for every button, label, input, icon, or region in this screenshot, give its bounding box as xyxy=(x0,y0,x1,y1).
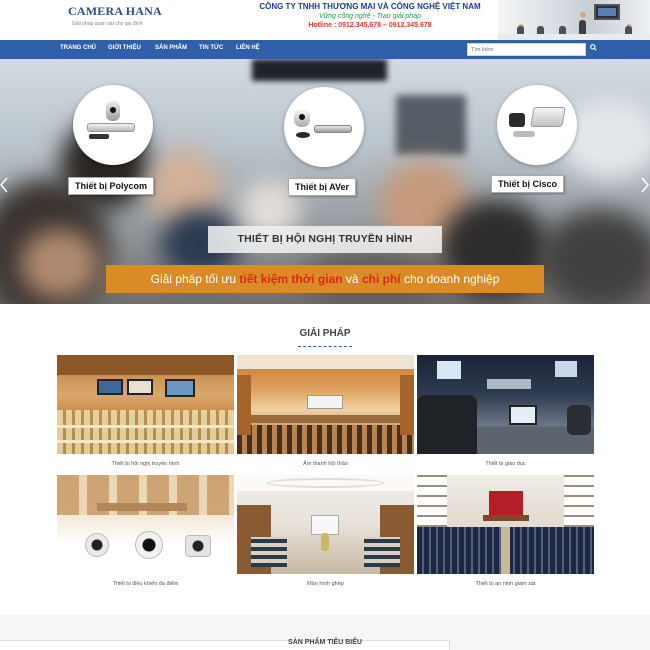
cisco-device-image[interactable] xyxy=(497,85,577,165)
solution-image-videowall[interactable] xyxy=(237,475,414,574)
device-label-aver[interactable]: Thiết bị AVer xyxy=(288,178,357,196)
solution-caption[interactable]: Thiết bị an ninh giám sát xyxy=(417,581,594,587)
solution-card[interactable]: Thiết bị giáo dục xyxy=(417,355,594,475)
hero-banner: Thiết bị Polycom Thiết bị AVer Thiết bị … xyxy=(0,59,650,304)
solution-image-education[interactable] xyxy=(417,355,594,454)
aver-device-image[interactable] xyxy=(284,87,364,167)
hero-title: THIẾT BỊ HỘI NGHỊ TRUYỀN HÌNH xyxy=(208,226,442,253)
search-input[interactable] xyxy=(467,43,586,56)
solution-image-security[interactable] xyxy=(417,475,594,574)
nav-item-contact[interactable]: LIÊN HỆ xyxy=(236,45,260,51)
solution-card[interactable]: Âm thanh hội thảo xyxy=(237,355,414,475)
header-meeting-image xyxy=(498,0,650,40)
device-label-cisco[interactable]: Thiết bị Cisco xyxy=(491,175,565,193)
chevron-left-icon[interactable] xyxy=(0,177,8,198)
company-slogan: Vững công nghệ - Trao giải pháp xyxy=(319,13,421,20)
solution-card[interactable]: Màn hình ghép xyxy=(237,475,414,595)
featured-products-title: SẢN PHẨM TIÊU BIỂU xyxy=(288,639,362,646)
solution-caption[interactable]: Âm thanh hội thảo xyxy=(237,461,414,467)
solution-caption[interactable]: Màn hình ghép xyxy=(237,581,414,587)
logo[interactable]: CAMERA HANA Giải pháp quan sát cho gia đ… xyxy=(68,4,162,27)
nav-item-products[interactable]: SẢN PHẨM xyxy=(155,45,187,51)
nav-item-news[interactable]: TIN TỨC xyxy=(199,45,223,51)
nav-item-home[interactable]: TRANG CHỦ xyxy=(60,45,96,51)
nav-item-about[interactable]: GIỚI THIỆU xyxy=(108,45,141,51)
hero-subtitle-highlight: chi phí xyxy=(361,272,401,286)
solutions-title: GIẢI PHÁP xyxy=(299,328,351,339)
brand-name[interactable]: CAMERA HANA xyxy=(68,4,162,19)
company-name: CÔNG TY TNHH THƯƠNG MẠI VÀ CÔNG NGHỆ VIỆ… xyxy=(259,2,481,11)
hero-subtitle-highlight: tiết kiệm thời gian xyxy=(239,272,343,286)
main-nav: TRANG CHỦ GIỚI THIỆU SẢN PHẨM TIN TỨC LI… xyxy=(0,40,650,59)
hero-subtitle: Giải pháp tối ưu tiết kiệm thời gian và … xyxy=(106,265,544,293)
brand-tagline: Giải pháp quan sát cho gia đình xyxy=(72,21,143,27)
solution-caption[interactable]: Thiết bị hội nghị truyền hình xyxy=(57,461,234,467)
solution-card[interactable]: Thiết bị an ninh giám sát xyxy=(417,475,594,595)
company-info: CÔNG TY TNHH THƯƠNG MẠI VÀ CÔNG NGHỆ VIỆ… xyxy=(240,2,500,29)
search-icon[interactable] xyxy=(586,43,600,56)
device-label-polycom[interactable]: Thiết bị Polycom xyxy=(68,177,155,195)
chevron-right-icon[interactable] xyxy=(641,177,649,198)
solution-image-audio[interactable] xyxy=(237,355,414,454)
hero-subtitle-text: Giải pháp tối ưu xyxy=(150,272,240,286)
hero-subtitle-text: và xyxy=(342,272,362,286)
solution-image-conference[interactable] xyxy=(57,355,234,454)
solution-caption[interactable]: Thiết bị giáo dục xyxy=(417,461,594,467)
solution-card[interactable]: Thiết bị điều khiển đa điểm xyxy=(57,475,234,595)
solution-card[interactable]: Thiết bị hội nghị truyền hình xyxy=(57,355,234,475)
solution-caption[interactable]: Thiết bị điều khiển đa điểm xyxy=(57,581,234,587)
site-header: CAMERA HANA Giải pháp quan sát cho gia đ… xyxy=(0,0,650,40)
polycom-device-image[interactable] xyxy=(73,85,153,165)
title-divider xyxy=(298,346,352,347)
solution-image-control[interactable] xyxy=(57,475,234,574)
hero-subtitle-text: cho doanh nghiệp xyxy=(400,272,500,286)
hotline: Hotline : 0912.345.678 – 0912.345.678 xyxy=(308,22,432,29)
